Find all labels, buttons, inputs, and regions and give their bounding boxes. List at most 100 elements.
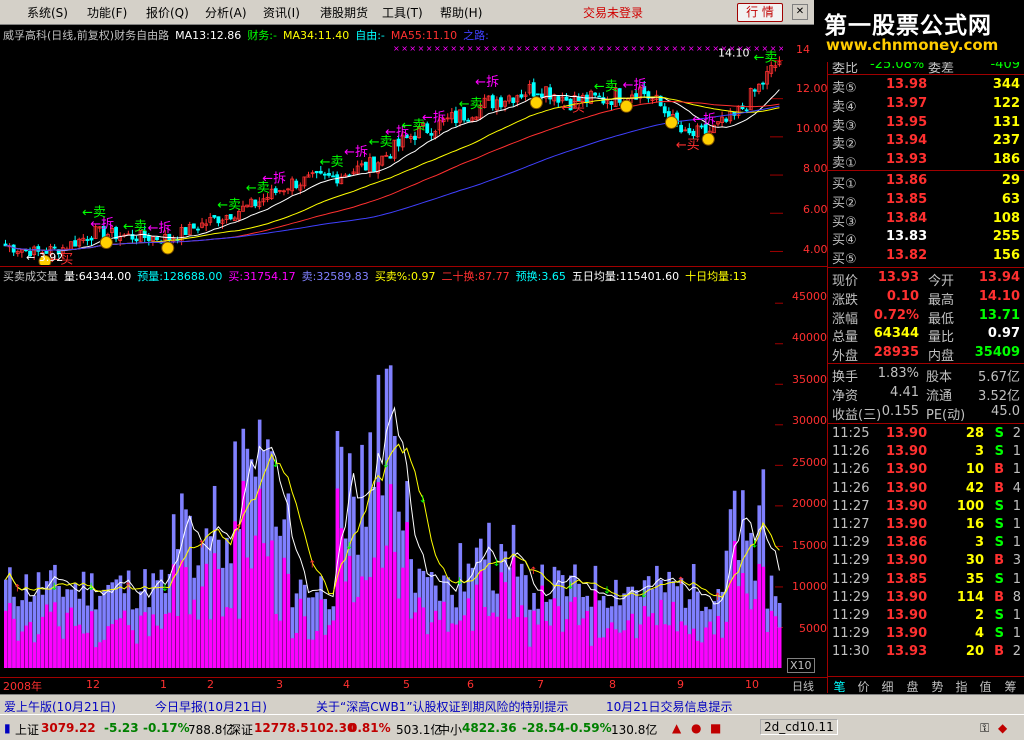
stat-row: 总量 64344 量比 0.97 [828, 325, 1024, 346]
signal-dot: × [549, 44, 556, 53]
tick-time: 11:29 [832, 535, 870, 551]
quote-button[interactable]: 行 情 [737, 3, 783, 22]
tab-ticks[interactable]: 笔 [828, 678, 851, 694]
fundamental-label: PE(动) [926, 408, 966, 423]
signal-dot: × [663, 44, 670, 53]
stat-label: 量比 [928, 330, 955, 346]
tab-chips[interactable]: 筹 [999, 678, 1022, 694]
alert-icon[interactable]: ▲ [672, 721, 681, 735]
volume-bar-buy [77, 624, 82, 668]
menu-tools[interactable]: 工具(T) [382, 4, 423, 21]
buy-level-price: 13.82 [886, 248, 928, 264]
signal-dot: × [491, 44, 498, 53]
sh-index-value: 3079.22 [41, 721, 96, 735]
volume-bar-buy [696, 640, 700, 668]
tick-time: 11:29 [832, 608, 870, 623]
stat-label: 今开 [928, 274, 955, 289]
volume-bar-buy [515, 617, 520, 668]
volume-bar-buy [564, 619, 569, 668]
volume-bar-buy [638, 624, 643, 668]
volume-bar-buy [69, 607, 74, 668]
money-bag-icon [701, 132, 715, 146]
volume-cross-marker: ↑ [198, 540, 206, 551]
tick-count: 8 [1012, 589, 1021, 605]
flag-icon[interactable]: ■ [710, 721, 721, 735]
bell-icon[interactable]: ● [691, 721, 701, 735]
volume-cross-marker: ↓ [419, 494, 427, 505]
tick-volume: 4 [974, 626, 984, 642]
volume-bar-buy [65, 612, 70, 668]
tick-side: S [994, 426, 1004, 441]
price-chart[interactable]: × × × × × × × × × × × × × × × × × × × × × × × × × × × × × × × × × × × × × × × ×… [0, 43, 783, 265]
volume-bar-buy [487, 616, 491, 668]
price-info-row: 威孚高科(日线,前复权)财务自由路 MA13:12.86 财务:- MA34:11.4… [3, 27, 495, 43]
signal-dot: × [614, 44, 621, 53]
stat-label: 现价 [832, 274, 859, 289]
twenty-turnover: 二十换:87.77 [441, 270, 510, 283]
lock-icon[interactable]: ⚿ [980, 721, 989, 736]
menu-hk-futures[interactable]: 港股期货 [320, 4, 368, 21]
volume-bar-buy [601, 637, 606, 668]
site-logo: 第一股票公式网 www.chnmoney.com [814, 0, 1024, 62]
news-link[interactable]: 今日早报(10月21日) [155, 698, 267, 715]
menu-system[interactable]: 系统(S) [27, 4, 68, 21]
formula-file: 2d_cd10.11 [760, 719, 838, 735]
menu-info[interactable]: 资讯(I) [263, 4, 300, 21]
tick-time: 11:29 [832, 571, 870, 587]
volume-bar-buy [261, 543, 266, 668]
price-tick: 14 [796, 43, 810, 56]
volume-bar-buy [507, 618, 512, 668]
volume-bar-buy [446, 631, 450, 668]
close-icon[interactable]: ✕ [792, 4, 808, 20]
volume-bar-buy [433, 610, 438, 668]
volume-chart[interactable]: ↑ ↓ ↓ ↑ ↓ ↑ ↑ ↓ ↑ ↓ ↓ ↓ ↓ ↓ ↑ ↓ ↓ ↓ ↑ ↑ ↓ [0, 283, 783, 670]
signal-dot: × [565, 44, 572, 53]
tick-row: 11:30 13.93 20 B 2 [828, 643, 1024, 661]
tab-index[interactable]: 指 [950, 678, 973, 694]
sell-level-price: 13.98 [886, 77, 928, 92]
tick-volume: 35 [965, 571, 984, 587]
tick-count: 1 [1012, 571, 1021, 587]
menu-analysis[interactable]: 分析(A) [205, 4, 247, 21]
news-link[interactable]: 爱上午版(10月21日) [4, 698, 116, 715]
buy-level-row: 买② 13.85 63 [828, 191, 1024, 211]
tick-time: 11:26 [832, 444, 870, 460]
candle-body [228, 214, 233, 220]
network-icon[interactable]: ◆ [998, 721, 1007, 735]
candle-body [85, 239, 90, 241]
signal-dot: × [483, 44, 490, 53]
signal-dot: × [442, 44, 449, 53]
volume-bar-buy [741, 573, 745, 668]
stat-value: 28935 [873, 345, 919, 361]
period-label[interactable]: 日线 [792, 678, 814, 694]
menu-help[interactable]: 帮助(H) [440, 4, 482, 21]
volume-bar-buy [728, 580, 733, 668]
tab-value[interactable]: 值 [974, 678, 997, 694]
candle-body [499, 97, 503, 108]
tab-price[interactable]: 价 [852, 678, 875, 694]
chart-area[interactable]: 威孚高科(日线,前复权)财务自由路 MA13:12.86 财务:- MA34:11.4… [0, 25, 828, 693]
tab-detail[interactable]: 细 [876, 678, 899, 694]
sell-level-row: 卖③ 13.95 131 [828, 114, 1024, 134]
fundamental-value: 4.41 [890, 385, 919, 400]
menu-quote[interactable]: 报价(Q) [146, 4, 189, 21]
menu-function[interactable]: 功能(F) [87, 4, 127, 21]
candle-body [490, 95, 495, 109]
volume-tick: 30000 [792, 414, 827, 427]
news-link[interactable]: 关于“深高CWB1”认股权证到期风险的特别提示 [316, 698, 569, 715]
fundamental-value: 1.83% [877, 366, 919, 381]
news-link[interactable]: 10月21日交易信息提示 [606, 698, 733, 715]
candle-body [585, 94, 589, 104]
tick-price: 13.90 [886, 589, 928, 605]
money-bag-icon [529, 96, 543, 110]
tab-board[interactable]: 盘 [901, 678, 924, 694]
sell-level-row: 卖④ 13.97 122 [828, 95, 1024, 115]
buy-level-volume: 255 [992, 229, 1020, 245]
signal-dot: × [778, 44, 783, 53]
tab-trend[interactable]: 势 [926, 678, 949, 694]
volume-bar-buy [8, 603, 12, 668]
money-bag-icon [99, 235, 113, 249]
signal-dot: × [639, 44, 646, 53]
sell-level-row: 卖⑤ 13.98 344 [828, 76, 1024, 96]
volume-bar-buy [290, 638, 295, 668]
